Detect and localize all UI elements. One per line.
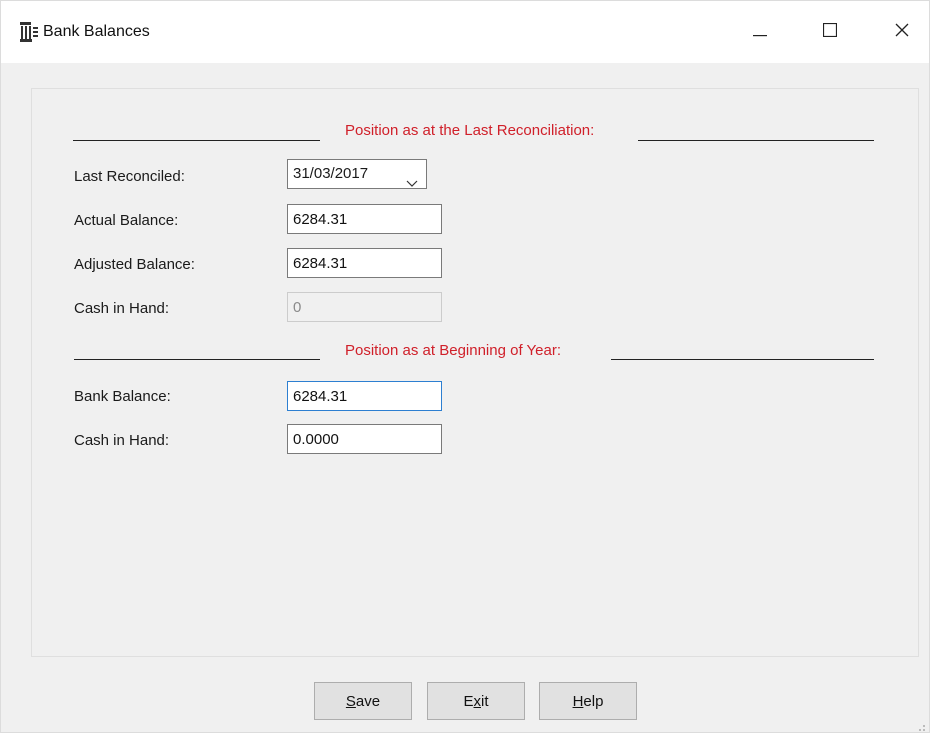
maximize-button[interactable] — [807, 15, 853, 49]
actual-balance-label: Actual Balance: — [74, 212, 179, 229]
exit-mnemonic: x — [473, 692, 482, 710]
section-divider-left — [73, 140, 320, 141]
bank-building-icon — [19, 21, 39, 43]
cash-in-hand-recon-input — [287, 292, 442, 322]
resize-grip-icon[interactable] — [916, 719, 926, 731]
close-button[interactable] — [879, 15, 925, 49]
exit-button[interactable]: Ex it — [427, 682, 525, 720]
adjusted-balance-label: Adjusted Balance: — [74, 256, 195, 273]
bank-balance-input[interactable] — [287, 381, 442, 411]
cash-in-hand-year-label: Cash in Hand: — [74, 432, 170, 449]
minimize-icon — [753, 24, 767, 41]
cash-in-hand-year-input[interactable] — [287, 424, 442, 454]
last-reconciled-label: Last Reconciled: — [74, 168, 185, 185]
save-mnemonic: S — [345, 692, 356, 710]
maximize-icon — [822, 22, 838, 41]
title-bar[interactable]: Bank Balances — [1, 1, 929, 63]
bank-balances-window: Bank Balances Position as at the Last Re… — [0, 0, 930, 733]
close-icon — [895, 23, 909, 41]
window-title: Bank Balances — [43, 23, 150, 40]
bank-balance-label: Bank Balance: — [74, 388, 171, 405]
section-divider-right — [638, 140, 874, 141]
last-reconciled-date-picker[interactable]: 31/03/2017 — [287, 159, 427, 189]
adjusted-balance-input[interactable] — [287, 248, 442, 278]
cash-in-hand-recon-label: Cash in Hand: — [74, 300, 170, 317]
section-heading-last-reconciliation: Position as at the Last Reconciliation: — [345, 122, 595, 139]
help-mnemonic: H — [572, 692, 584, 710]
exit-label-pre: E — [463, 692, 474, 710]
exit-label-rest: it — [481, 692, 489, 710]
section-heading-beginning-of-year: Position as at Beginning of Year: — [345, 342, 561, 359]
minimize-button[interactable] — [737, 15, 783, 49]
save-button[interactable]: Save — [314, 682, 412, 720]
chevron-down-icon[interactable] — [406, 170, 418, 187]
save-label-rest: ave — [355, 692, 381, 710]
section-divider-left-2 — [74, 359, 320, 360]
help-button[interactable]: Help — [539, 682, 637, 720]
actual-balance-input[interactable] — [287, 204, 442, 234]
last-reconciled-value: 31/03/2017 — [293, 165, 369, 182]
help-label-rest: elp — [583, 692, 604, 710]
section-divider-right-2 — [611, 359, 874, 360]
